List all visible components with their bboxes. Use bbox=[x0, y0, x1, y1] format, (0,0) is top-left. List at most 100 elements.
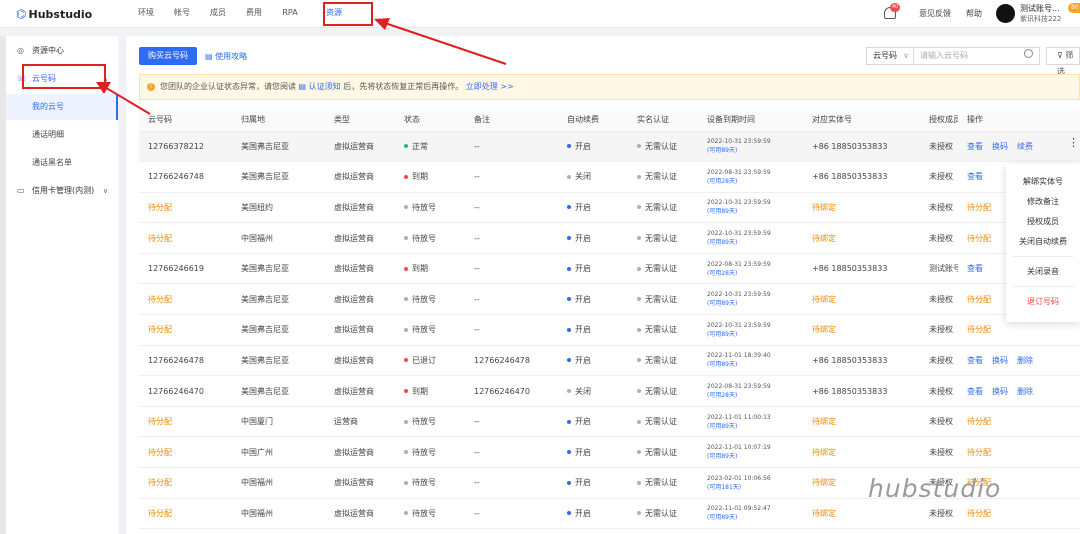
user-name[interactable]: 测试账号... bbox=[1020, 3, 1060, 14]
action-link[interactable]: 删除 bbox=[1017, 356, 1033, 365]
action-link[interactable]: 查看 bbox=[967, 172, 983, 181]
table-row[interactable]: 12766246470 美国弗吉尼亚 虚拟运营商 到期 12766246470 关闭 无需认… bbox=[139, 375, 1080, 407]
action-link[interactable]: 待分配 bbox=[967, 448, 991, 457]
table-row[interactable]: 待分配 中国广州 虚拟运营商 待放号 -- 开启 无需认证 2022-11-01 10:07:… bbox=[139, 436, 1080, 469]
expiry-cell: 2022-11-01 09:52:47 (可用89天) bbox=[707, 504, 803, 522]
app-logo[interactable]: ⌬ Hubstudio bbox=[16, 6, 92, 22]
menu-edit-note[interactable]: 修改备注 bbox=[1006, 192, 1080, 212]
search-icon[interactable] bbox=[1024, 49, 1033, 58]
status-badge: 待放号 bbox=[412, 478, 436, 488]
location-cell: 中国福州 bbox=[241, 233, 273, 243]
type-cell: 虚拟运营商 bbox=[334, 508, 374, 518]
status-badge: 待放号 bbox=[412, 508, 436, 518]
nav-rpa[interactable]: RPA bbox=[272, 0, 308, 28]
handle-now-link[interactable]: 立即处理 >> bbox=[466, 82, 514, 91]
note-cell: -- bbox=[474, 417, 480, 427]
status-badge: 到期 bbox=[412, 172, 428, 182]
auth-member-cell: 未授权 bbox=[929, 386, 953, 396]
table-row[interactable]: 待分配 中国厦门 运营商 待放号 -- 开启 无需认证 2022-11-01 11:00:13… bbox=[139, 406, 1080, 438]
sidebar-item-call-details[interactable]: 通话明细 bbox=[6, 122, 118, 148]
table-row[interactable]: 12766246748 美国弗吉尼亚 虚拟运营商 到期 -- 关闭 无需认证 2022-08-… bbox=[139, 161, 1080, 193]
expiry-cell: 2022-10-31 23:59:59 (可用89天) bbox=[707, 290, 803, 308]
action-link[interactable]: 续费 bbox=[1017, 142, 1033, 151]
book-icon: ▤ bbox=[205, 52, 216, 61]
sidebar-item-call-blacklist[interactable]: 通话黑名单 bbox=[6, 150, 118, 176]
warning-banner: ! 您团队的企业认证状态异常，请您阅读 ▤ 认证须知 后，先将状态恢复正常后再操… bbox=[139, 74, 1080, 100]
note-cell: -- bbox=[474, 202, 480, 212]
sidebar-item-resource-center[interactable]: ◎ 资源中心 bbox=[6, 38, 118, 64]
location-cell: 中国广州 bbox=[241, 447, 273, 457]
action-link[interactable]: 换码 bbox=[992, 387, 1008, 396]
nav-env[interactable]: 环境 bbox=[128, 0, 164, 28]
action-link[interactable]: 待分配 bbox=[967, 295, 991, 304]
table-row[interactable]: 12766246478 美国弗吉尼亚 虚拟运营商 已退订 12766246478 开启 无需… bbox=[139, 345, 1080, 377]
location-cell: 美国弗吉尼亚 bbox=[241, 172, 289, 182]
sidebar-item-my-numbers[interactable]: 我的云号 bbox=[6, 94, 118, 120]
menu-authorize-member[interactable]: 授权成员 bbox=[1006, 212, 1080, 232]
usage-guide-link[interactable]: ▤ 使用攻略 bbox=[205, 51, 247, 62]
auto-renew-cell: 开启 bbox=[575, 447, 591, 457]
verification-cell: 无需认证 bbox=[645, 386, 677, 396]
column-header: 备注 bbox=[465, 109, 558, 132]
location-cell: 中国福州 bbox=[241, 478, 273, 488]
logo-text: Hubstudio bbox=[28, 7, 93, 21]
table-row[interactable]: 待分配 美国弗吉尼亚 虚拟运营商 待放号 -- 开启 无需认证 2022-10-31 23:5… bbox=[139, 314, 1080, 346]
buy-number-button[interactable]: 购买云号码 bbox=[139, 47, 197, 65]
menu-unbind-entity[interactable]: 解绑实体号 bbox=[1006, 172, 1080, 192]
action-link[interactable]: 换码 bbox=[992, 356, 1008, 365]
table-row[interactable]: 待分配 中国福州 虚拟运营商 待放号 -- 开启 无需认证 2022-10-31 23:59:… bbox=[139, 222, 1080, 254]
auto-renew-dot bbox=[567, 205, 571, 210]
action-link[interactable]: 待分配 bbox=[967, 325, 991, 334]
entity-number-cell: 待绑定 bbox=[812, 417, 836, 427]
action-link[interactable]: 换码 bbox=[992, 142, 1008, 151]
auth-member-cell: 测试账号 bbox=[929, 264, 958, 274]
menu-disable-recording[interactable]: 关闭录音 bbox=[1006, 262, 1080, 282]
avatar[interactable] bbox=[996, 4, 1015, 23]
action-link[interactable]: 删除 bbox=[1017, 387, 1033, 396]
auto-renew-dot bbox=[567, 419, 571, 424]
auto-renew-dot bbox=[567, 358, 571, 363]
expiry-cell: 2022-10-31 23:59:59 (可用89天) bbox=[707, 137, 803, 155]
action-link[interactable]: 待分配 bbox=[967, 417, 991, 426]
cert-notice-link[interactable]: ▤ 认证须知 bbox=[299, 82, 341, 91]
entity-number-cell: +86 18850353833 bbox=[812, 264, 888, 274]
note-cell: -- bbox=[474, 233, 480, 243]
type-cell: 虚拟运营商 bbox=[334, 141, 374, 151]
search-input[interactable]: 请输入云号码 bbox=[913, 47, 1040, 65]
action-link[interactable]: 查看 bbox=[967, 387, 983, 396]
menu-disable-auto-renew[interactable]: 关闭自动续费 bbox=[1006, 232, 1080, 252]
help-link[interactable]: 帮助 bbox=[966, 8, 982, 19]
verification-cell: 无需认证 bbox=[645, 325, 677, 335]
table-row[interactable]: 待分配 美国弗吉尼亚 虚拟运营商 待放号 -- 开启 无需认证 2022-10-31 23:5… bbox=[139, 283, 1080, 316]
action-link[interactable]: 待分配 bbox=[967, 509, 991, 518]
auth-member-cell: 未授权 bbox=[929, 355, 953, 365]
auto-renew-cell: 开启 bbox=[575, 508, 591, 518]
filter-button[interactable]: ⊽ 筛选 bbox=[1046, 47, 1080, 76]
action-link[interactable]: 查看 bbox=[967, 142, 983, 151]
table-row[interactable]: 待分配 美国纽约 虚拟运营商 待放号 -- 开启 无需认证 2022-10-31 23:59:… bbox=[139, 192, 1080, 224]
table-row[interactable]: 12766246619 美国弗吉尼亚 虚拟运营商 到期 -- 开启 无需认证 2022-08-… bbox=[139, 253, 1080, 285]
action-link[interactable]: 待分配 bbox=[967, 234, 991, 243]
table-row[interactable]: 12766378212 美国弗吉尼亚 虚拟运营商 正常 -- 开启 无需认证 2022-10-… bbox=[139, 131, 1080, 163]
expiry-date: 2022-11-01 11:00:13 bbox=[707, 413, 771, 421]
remaining-days: (可用89天) bbox=[707, 453, 738, 461]
remaining-days: (可用181天) bbox=[707, 483, 742, 491]
sidebar-item-credit-card[interactable]: ▭ 信用卡管理(内测) ∨ bbox=[6, 178, 118, 204]
number-cell: 待分配 bbox=[148, 233, 172, 243]
action-link[interactable]: 查看 bbox=[967, 356, 983, 365]
type-cell: 虚拟运营商 bbox=[334, 294, 374, 304]
nav-members[interactable]: 成员 bbox=[200, 0, 236, 28]
more-actions-icon[interactable]: ⋮ bbox=[1068, 137, 1079, 148]
actions-cell: 待分配 bbox=[967, 448, 1000, 457]
menu-unsubscribe-number[interactable]: 退订号码 bbox=[1006, 292, 1080, 312]
action-link[interactable]: 查看 bbox=[967, 264, 983, 273]
verify-dot bbox=[637, 266, 641, 271]
column-header: 归属地 bbox=[232, 109, 325, 132]
entity-number-cell: +86 18850353833 bbox=[812, 172, 888, 182]
action-link[interactable]: 待分配 bbox=[967, 203, 991, 212]
feedback-link[interactable]: 意见反馈 bbox=[919, 8, 951, 19]
nav-account[interactable]: 帐号 bbox=[164, 0, 200, 28]
auto-renew-dot bbox=[567, 450, 571, 455]
search-type-select[interactable]: 云号码 ∨ bbox=[866, 47, 914, 65]
nav-billing[interactable]: 费用 bbox=[236, 0, 272, 28]
